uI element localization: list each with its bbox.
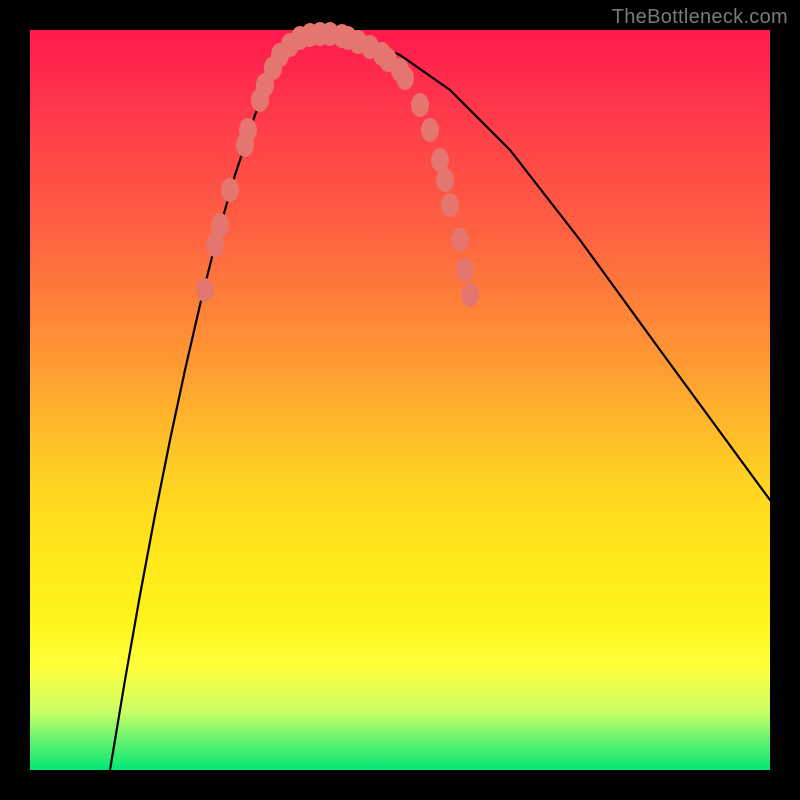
chart-frame: TheBottleneck.com bbox=[0, 0, 800, 800]
curve-marker bbox=[396, 66, 414, 90]
curve-marker bbox=[451, 228, 469, 252]
curve-marker bbox=[441, 193, 459, 217]
curve-marker bbox=[421, 118, 439, 142]
curve-marker bbox=[239, 118, 257, 142]
curve-marker bbox=[461, 283, 479, 307]
watermark-text: TheBottleneck.com bbox=[612, 6, 788, 29]
curve-layer bbox=[30, 30, 770, 770]
curve-marker bbox=[411, 93, 429, 117]
bottleneck-curve bbox=[110, 34, 770, 770]
curve-marker bbox=[196, 278, 214, 302]
plot-area bbox=[30, 30, 770, 770]
curve-marker bbox=[211, 213, 229, 237]
curve-marker bbox=[436, 168, 454, 192]
curve-marker bbox=[456, 258, 474, 282]
curve-marker bbox=[221, 178, 239, 202]
